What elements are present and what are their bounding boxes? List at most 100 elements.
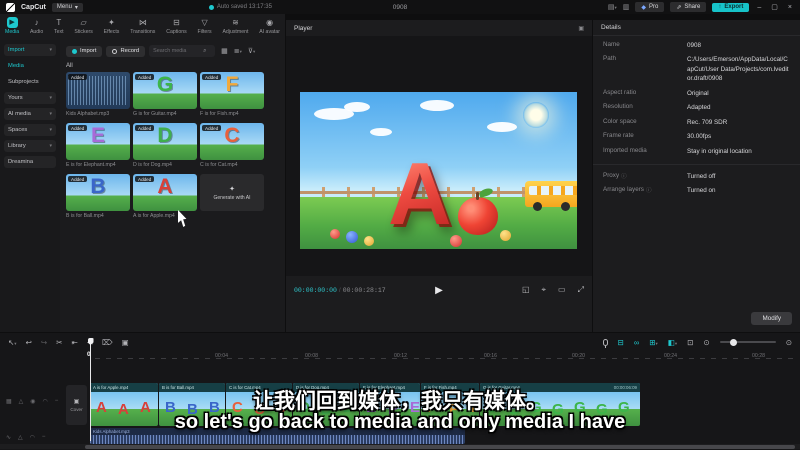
smart-edit-icon[interactable]: ∞ <box>634 338 639 347</box>
media-thumbnail[interactable]: Added G <box>133 72 197 109</box>
layout-toggle-icon[interactable]: ▤▾ <box>608 3 617 11</box>
minimize-button[interactable]: – <box>755 4 763 11</box>
media-item-name: E is for Elephant.mp4 <box>66 162 116 168</box>
import-icon <box>72 48 77 54</box>
ratio-icon[interactable]: ▭ <box>558 285 566 295</box>
media-item-name: D is for Dog.mp4 <box>133 162 172 168</box>
preview-quality-icon[interactable]: ◱ <box>522 285 530 295</box>
mask-tool-icon[interactable]: ◧▾ <box>668 338 677 347</box>
tab-audio[interactable]: ♪ Audio <box>29 16 44 40</box>
sidebar-item-library[interactable]: Library ▾ <box>4 140 56 152</box>
capcut-window: CapCut Menu ▾ Auto saved 13:17:35 0908 ▤▾… <box>0 0 800 450</box>
mute-track-icon[interactable]: ◠ <box>30 434 35 441</box>
speed-tool-icon[interactable]: ⊞▾ <box>649 338 658 347</box>
fullscreen-icon[interactable]: ⤢ <box>578 285 584 295</box>
media-item[interactable]: Added C C is for Cat.mp4 <box>200 123 264 168</box>
focus-icon[interactable]: ⌖ <box>542 285 547 295</box>
redo-icon[interactable]: ↪ <box>41 338 47 347</box>
tab-media[interactable]: ▶ Media <box>4 16 20 40</box>
timeline-zoom-slider[interactable] <box>719 338 776 346</box>
export-button[interactable]: ↑ Export <box>712 2 750 12</box>
collapse-track-icon[interactable]: − <box>42 434 46 440</box>
close-button[interactable]: × <box>786 4 794 11</box>
panel-options-icon[interactable]: ▣ <box>578 25 584 32</box>
video-preview[interactable]: A <box>300 92 577 249</box>
media-thumbnail[interactable]: Added E <box>66 123 130 160</box>
modify-button[interactable]: Modify <box>751 312 792 325</box>
ruler-label: 00:24 <box>664 353 677 359</box>
media-item[interactable]: Added A A is for Apple.mp4 <box>133 174 197 219</box>
media-item[interactable]: Added D D is for Dog.mp4 <box>133 123 197 168</box>
timeline-scrollbar[interactable] <box>0 444 800 449</box>
media-item[interactable]: Added E E is for Elephant.mp4 <box>66 123 130 168</box>
pro-button[interactable]: ◆ Pro <box>635 2 665 12</box>
adjustment-icon: ≋ <box>232 18 239 27</box>
tab-transitions[interactable]: ⋈ Transitions <box>129 16 156 40</box>
ball-art <box>450 235 462 247</box>
timeline-ruler[interactable]: 0 00:04 00:08 00:12 00:16 00:20 00:24 00… <box>0 351 800 364</box>
media-item[interactable]: Added Kids Alphabet.mp3 <box>66 72 130 117</box>
lock-track-icon[interactable]: △ <box>18 434 23 441</box>
media-grid: Added Kids Alphabet.mp3 Added G G is for … <box>60 72 285 219</box>
tab-ai-avatar[interactable]: ◉ AI avatar <box>258 16 281 40</box>
sidebar-item-media[interactable]: Media <box>4 60 56 72</box>
media-thumbnail[interactable]: Added C <box>200 123 264 160</box>
chevron-down-icon: ▾ <box>49 111 52 117</box>
media-section-all[interactable]: All <box>60 57 285 72</box>
tab-effects[interactable]: ✦ Effects <box>103 16 121 40</box>
select-tool-icon[interactable]: ↖▾ <box>8 338 17 347</box>
media-item-name: F is for Fish.mp4 <box>200 111 239 117</box>
sidebar-item-spaces[interactable]: Spaces ▾ <box>4 124 56 136</box>
delete-left-icon[interactable]: ⇤ <box>71 338 77 347</box>
generate-ai-card[interactable]: ✦ Generate with AI <box>200 174 264 219</box>
media-thumbnail[interactable]: Added A <box>133 174 197 211</box>
added-badge: Added <box>135 125 155 131</box>
media-thumbnail[interactable]: Added F <box>200 72 264 109</box>
media-item-name: Kids Alphabet.mp3 <box>66 111 110 117</box>
current-time: 00:00:00:00 <box>294 286 337 294</box>
media-thumbnail[interactable]: Added B <box>66 174 130 211</box>
tab-stickers[interactable]: ▱ Stickers <box>73 16 93 40</box>
share-button[interactable]: ⇗ Share <box>670 2 707 12</box>
preview-frame-icon[interactable]: ⊡ <box>687 338 693 347</box>
media-search-box[interactable]: ⌕ <box>149 45 216 57</box>
sidebar-item-ai-media[interactable]: AI media ▾ <box>4 108 56 120</box>
zoom-fit-icon[interactable]: ⊙ <box>786 338 792 347</box>
tab-text[interactable]: T Text <box>53 16 65 40</box>
tab-adjustment[interactable]: ≋ Adjustment <box>221 16 249 40</box>
sort-icon[interactable]: ≣▾ <box>234 47 242 55</box>
tab-filters[interactable]: ▽ Filters <box>197 16 213 40</box>
compound-clip-icon[interactable]: ▣ <box>122 338 129 347</box>
time-separator: / <box>338 286 341 294</box>
effects-icon: ✦ <box>108 18 115 27</box>
scrollbar-thumb[interactable] <box>85 444 795 449</box>
audio-wave-icon[interactable]: ∿ <box>6 434 11 441</box>
undo-icon[interactable]: ↩ <box>26 338 32 347</box>
media-item[interactable]: Added G G is for Guitar.mp4 <box>133 72 197 117</box>
layout-panel-icon[interactable]: ▥ <box>623 3 630 11</box>
media-thumbnail-audio[interactable]: Added <box>66 72 130 109</box>
voiceover-mic-icon[interactable] <box>602 338 608 348</box>
zoom-slider-knob[interactable] <box>729 338 737 346</box>
sidebar-item-subprojects[interactable]: Subprojects <box>4 76 56 88</box>
view-grid-icon[interactable]: ▦ <box>221 47 228 55</box>
search-input[interactable] <box>153 48 202 54</box>
export-icon: ↑ <box>718 4 722 10</box>
scene-letter: A <box>388 143 452 243</box>
sidebar-item-yours[interactable]: Yours ▾ <box>4 92 56 104</box>
split-icon[interactable]: ✂ <box>56 338 62 347</box>
tab-captions[interactable]: ⊟ Captions <box>165 16 187 40</box>
media-item[interactable]: Added F F is for Fish.mp4 <box>200 72 264 117</box>
sidebar-item-dreamina[interactable]: Dreamina <box>4 156 56 168</box>
delete-icon[interactable]: ⌦ <box>102 338 113 347</box>
import-button[interactable]: Import <box>66 45 103 57</box>
media-item[interactable]: Added B B is for Ball.mp4 <box>66 174 130 219</box>
maximize-button[interactable]: ▢ <box>769 3 780 11</box>
sidebar-item-import[interactable]: Import ▾ <box>4 44 56 56</box>
transition-tool-icon[interactable]: ⊟ <box>618 338 624 347</box>
record-button[interactable]: Record <box>106 45 146 57</box>
snapping-icon[interactable]: ⊙ <box>703 338 709 347</box>
menu-button[interactable]: Menu ▾ <box>51 2 83 12</box>
filter-type-icon[interactable]: ⊽▾ <box>248 47 255 55</box>
media-thumbnail[interactable]: Added D <box>133 123 197 160</box>
